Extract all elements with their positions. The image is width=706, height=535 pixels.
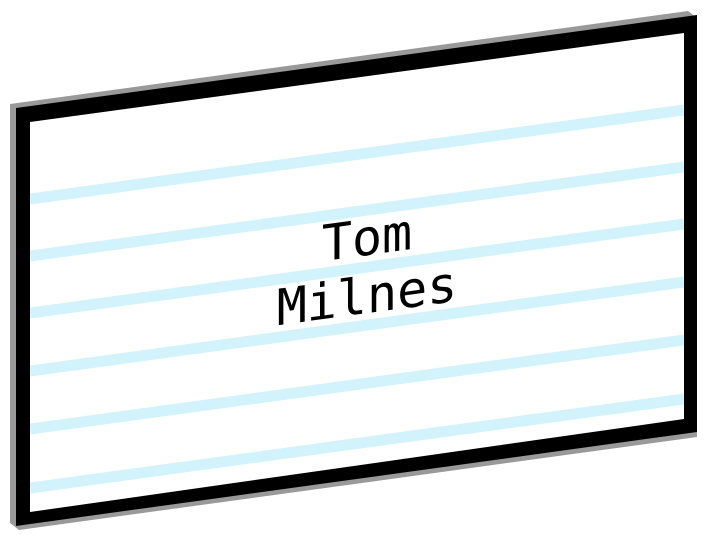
name-card: Tom Milnes	[10, 11, 697, 530]
name-card-canvas: Tom Milnes	[10, 11, 697, 530]
